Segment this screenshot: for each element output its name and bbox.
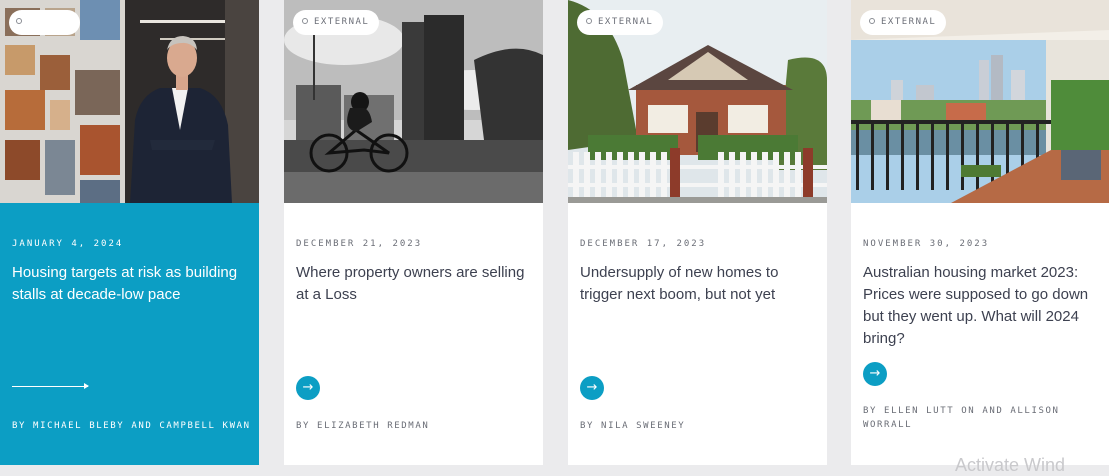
article-date: NOVEMBER 30, 2023 xyxy=(863,239,990,249)
tag-pill xyxy=(9,10,80,35)
article-byline: BY ELIZABETH REDMAN xyxy=(296,421,430,431)
arrow-right-icon[interactable] xyxy=(12,383,89,389)
activation-watermark: Activate Wind xyxy=(955,455,1066,475)
article-card-1[interactable]: JANUARY 4, 2024 Housing targets at risk … xyxy=(0,0,259,465)
external-tag: EXTERNAL xyxy=(577,10,664,35)
article-byline: BY NILA SWEENEY xyxy=(580,421,686,431)
arrow-right-icon[interactable]: → xyxy=(863,362,887,386)
external-tag: EXTERNAL xyxy=(293,10,380,35)
article-byline: BY ELLEN LUTT ON AND ALLISON WORRALL xyxy=(863,406,1060,430)
article-date: JANUARY 4, 2024 xyxy=(12,239,124,249)
external-tag: EXTERNAL xyxy=(860,10,947,35)
arrow-right-icon[interactable]: → xyxy=(296,376,320,400)
tag-dot-icon xyxy=(586,17,592,24)
tag-dot-icon xyxy=(869,17,875,24)
article-title[interactable]: Housing targets at risk as building stal… xyxy=(12,262,248,306)
article-card-4[interactable]: EXTERNAL NOVEMBER 30, 2023 Australian ho… xyxy=(851,0,1109,465)
article-card-3[interactable]: EXTERNAL DECEMBER 17, 2023 Undersupply o… xyxy=(568,0,827,465)
tag-dot-icon xyxy=(302,17,308,24)
article-card-2[interactable]: EXTERNAL DECEMBER 21, 2023 Where propert… xyxy=(284,0,543,465)
article-title[interactable]: Australian housing market 2023: Prices w… xyxy=(863,262,1099,350)
article-date: DECEMBER 21, 2023 xyxy=(296,239,423,249)
article-byline: BY MICHAEL BLEBY AND CAMPBELL KWAN xyxy=(12,421,251,431)
article-date: DECEMBER 17, 2023 xyxy=(580,239,707,249)
article-title[interactable]: Undersupply of new homes to trigger next… xyxy=(580,262,816,306)
tag-dot-icon xyxy=(16,17,22,24)
arrow-right-icon[interactable]: → xyxy=(580,376,604,400)
article-title[interactable]: Where property owners are selling at a L… xyxy=(296,262,532,306)
